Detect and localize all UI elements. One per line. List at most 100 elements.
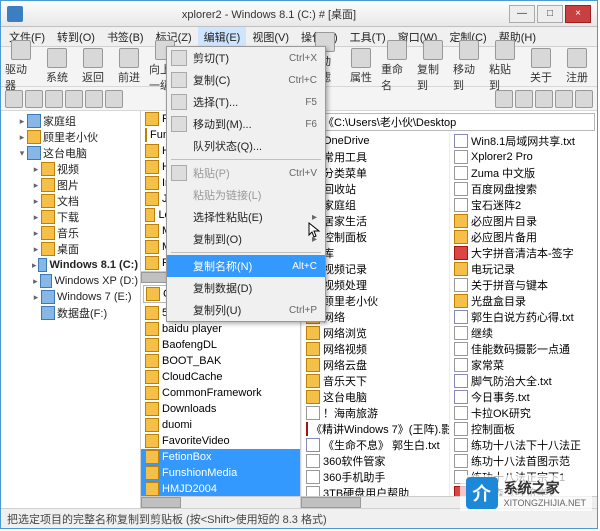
nav-r5-icon[interactable] [575,90,593,108]
tree-node[interactable]: ▸Windows 7 (E:) [3,289,138,305]
list-item[interactable]: 必应图片目录 [450,213,597,229]
list-item[interactable]: HMJD2004 [141,481,300,496]
list-item[interactable]: 卡拉OK研究 [450,405,597,421]
right-col-b[interactable]: Win8.1局域网共享.txtXplorer2 ProZuma 中文版百度网盘搜… [449,133,597,496]
list-item[interactable]: 《生命不息》 郭生白.txt [302,437,449,453]
list-item[interactable]: 继续 [450,325,597,341]
list-item[interactable]: CloudCache [141,369,300,385]
list-item[interactable]: CommonFramework [141,385,300,401]
menu-item[interactable]: 转到(O) [51,27,101,46]
file-list-lower[interactable]: 56Downloadbaidu playerBaofengDLBOOT_BAKC… [141,305,300,496]
minimize-button[interactable]: — [509,5,535,23]
menu-item[interactable]: 复制到(O)▸ [167,228,325,250]
list-item[interactable]: Zuma 中文版 [450,165,597,181]
menu-item[interactable]: 选择性粘贴(E)▸ [167,206,325,228]
menu-item[interactable]: 书签(B) [101,27,150,46]
menu-item[interactable]: 移动到(M)...F6 [167,113,325,135]
expand-icon[interactable]: ▸ [31,196,41,207]
maximize-button[interactable]: □ [537,5,563,23]
list-item[interactable]: FetionBox [141,449,300,465]
nav-back-icon[interactable] [5,90,23,108]
toolbar-button[interactable]: 粘贴到 [489,40,521,93]
tree-node[interactable]: ▸家庭组 [3,113,138,129]
list-item[interactable]: baidu player [141,321,300,337]
nav-r1-icon[interactable] [495,90,513,108]
list-item[interactable]: BaofengDL [141,337,300,353]
list-item[interactable]: 360软件管家 [302,453,449,469]
list-item[interactable]: 光盘盒目录 [450,293,597,309]
list-item[interactable]: Downloads [141,401,300,417]
nav-r3-icon[interactable] [535,90,553,108]
tree-node[interactable]: ▸Windows XP (D:) [3,273,138,289]
menu-item[interactable]: 复制数据(D) [167,277,325,299]
folder-tree[interactable]: ▸家庭组▸顾里老小伙▾这台电脑▸视频▸图片▸文档▸下载▸音乐▸桌面▸Window… [1,111,141,508]
tree-node[interactable]: 数据盘(F:) [3,305,138,321]
list-item[interactable]: 音乐天下 [302,373,449,389]
edit-menu-dropdown[interactable]: 剪切(T)Ctrl+X复制(C)Ctrl+C选择(T)...F5移动到(M)..… [166,46,326,322]
tree-node[interactable]: ▸图片 [3,177,138,193]
menu-item[interactable]: 复制名称(N)Alt+C [167,255,325,277]
expand-icon[interactable]: ▸ [31,212,41,223]
list-item[interactable]: ！海南旅游 [302,405,449,421]
list-item[interactable]: Xplorer2 Pro [450,149,597,165]
tree-node[interactable]: ▸桌面 [3,241,138,257]
menu-item[interactable]: 队列状态(Q)... [167,135,325,157]
expand-icon[interactable]: ▸ [31,164,41,175]
nav-fwd-icon[interactable] [25,90,43,108]
list-item[interactable]: 关于拼音与键本 [450,277,597,293]
expand-icon[interactable]: ▸ [31,228,41,239]
nav-view1-icon[interactable] [85,90,103,108]
toolbar-button[interactable]: 关于 [525,48,557,85]
list-item[interactable]: 佳能数码摄影一点通 [450,341,597,357]
close-button[interactable]: × [565,5,591,23]
menu-item[interactable]: 视图(V) [246,27,295,46]
list-item[interactable]: BOOT_BAK [141,353,300,369]
list-item[interactable]: 3TB硬盘用户帮助 [302,485,449,496]
list-item[interactable]: 网络视频 [302,341,449,357]
list-item[interactable]: 今日事务.txt [450,389,597,405]
expand-icon[interactable]: ▸ [31,276,40,287]
list-item[interactable]: 控制面板 [450,421,597,437]
list-item[interactable]: 这台电脑 [302,389,449,405]
nav-up-icon[interactable] [45,90,63,108]
expand-icon[interactable]: ▸ [31,180,41,191]
expand-icon[interactable]: ▸ [31,244,41,255]
tree-node[interactable]: ▸音乐 [3,225,138,241]
menu-item[interactable]: 复制(C)Ctrl+C [167,69,325,91]
tree-node[interactable]: ▸Windows 8.1 (C:) [3,257,138,273]
tree-node[interactable]: ▸顾里老小伙 [3,129,138,145]
list-item[interactable]: 网络云盘 [302,357,449,373]
toolbar-button[interactable]: 注册 [561,48,593,85]
list-item[interactable]: 《精讲Windows 7》(王阵).影印版 [302,421,449,437]
list-item[interactable]: 百度网盘搜索 [450,181,597,197]
toolbar-button[interactable]: 复制到 [417,40,449,93]
list-item[interactable]: 练功十八法下十八法正 [450,437,597,453]
expand-icon[interactable]: ▸ [31,260,38,271]
list-item[interactable]: FavoriteVideo [141,433,300,449]
tree-node[interactable]: ▸下载 [3,209,138,225]
nav-view2-icon[interactable] [105,90,123,108]
expand-icon[interactable]: ▾ [17,148,27,159]
list-item[interactable]: 练功十八法首图示范 [450,453,597,469]
toolbar-button[interactable]: 返回 [77,48,109,85]
list-item[interactable]: 必应图片备用 [450,229,597,245]
toolbar-button[interactable]: 驱动器 [5,40,37,93]
scrollbar-h[interactable] [141,496,300,508]
tree-node[interactable]: ▸文档 [3,193,138,209]
nav-dd-icon[interactable] [65,90,83,108]
toolbar-button[interactable]: 重命名 [381,40,413,93]
list-item[interactable]: FunshionMedia [141,465,300,481]
list-item[interactable]: duomi [141,417,300,433]
menu-item[interactable]: 复制列(U)Ctrl+P [167,299,325,321]
tree-node[interactable]: ▾这台电脑 [3,145,138,161]
expand-icon[interactable]: ▸ [17,132,27,143]
toolbar-button[interactable]: 前进 [113,48,145,85]
toolbar-button[interactable]: 移动到 [453,40,485,93]
menu-item[interactable]: 编辑(E) [198,27,247,46]
expand-icon[interactable]: ▸ [31,292,41,303]
list-item[interactable]: 家常菜 [450,357,597,373]
nav-r4-icon[interactable] [555,90,573,108]
toolbar-button[interactable]: 属性 [345,48,377,85]
list-item[interactable]: 网络浏览 [302,325,449,341]
list-item[interactable]: 电玩记录 [450,261,597,277]
